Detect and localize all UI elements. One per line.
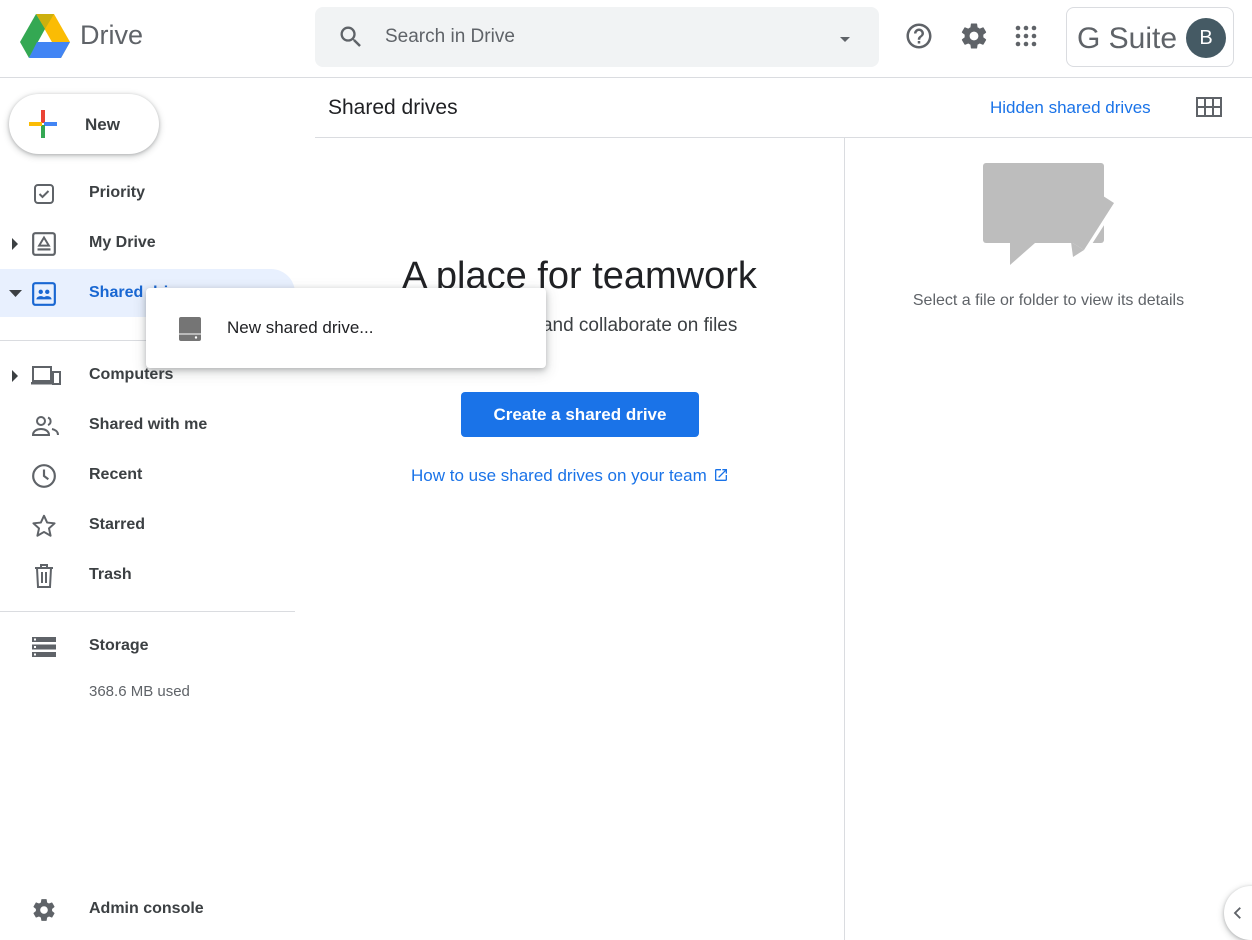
clock-icon	[31, 463, 57, 489]
search-bar[interactable]	[315, 7, 879, 67]
grid-view-icon[interactable]	[1196, 97, 1222, 117]
search-input[interactable]	[385, 21, 805, 53]
account-switcher[interactable]: G Suite B	[1066, 7, 1234, 67]
plus-icon	[29, 110, 57, 138]
storage-used-text: 368.6 MB used	[89, 683, 190, 700]
sidebar-item-trash[interactable]: Trash	[0, 551, 295, 599]
howto-link-text: How to use shared drives on your team	[411, 466, 707, 485]
new-context-menu: New shared drive...	[146, 288, 546, 368]
collapse-arrow-icon[interactable]	[9, 290, 22, 298]
storage-label: Storage	[89, 637, 149, 654]
sidebar-item-my-drive[interactable]: My Drive	[0, 219, 295, 267]
drive-logo-icon[interactable]	[20, 14, 70, 58]
apps-grid-icon[interactable]	[1010, 20, 1042, 52]
sidebar-item-label: Admin console	[89, 900, 204, 917]
expand-arrow-icon[interactable]	[10, 238, 20, 250]
new-button[interactable]: New	[9, 94, 159, 154]
header-divider	[315, 137, 1252, 138]
avatar[interactable]: B	[1186, 18, 1226, 58]
people-icon	[31, 413, 61, 439]
top-bar: Drive G Suite B	[0, 0, 1252, 78]
sidebar-item-label: My Drive	[89, 234, 156, 251]
drive-icon	[179, 317, 201, 341]
menu-item-label: New shared drive...	[227, 318, 374, 337]
computers-icon	[31, 363, 61, 389]
sidebar-item-label: Priority	[89, 184, 146, 201]
sidebar-item-starred[interactable]: Starred	[0, 501, 295, 549]
sidebar-item-shared-with-me[interactable]: Shared with me	[0, 401, 295, 449]
create-shared-drive-button[interactable]: Create a shared drive	[461, 392, 699, 437]
menu-item-new-shared-drive[interactable]: New shared drive...	[146, 288, 546, 368]
search-options-icon[interactable]	[833, 27, 857, 51]
star-icon	[31, 513, 57, 539]
trash-icon	[31, 563, 57, 589]
expand-arrow-icon[interactable]	[10, 370, 20, 382]
sidebar-item-label: Trash	[89, 566, 132, 583]
external-link-icon	[714, 469, 727, 481]
sidebar-item-label: Computers	[89, 366, 174, 383]
howto-link[interactable]: How to use shared drives on your team	[411, 466, 729, 486]
gsuite-label: G Suite	[1077, 22, 1178, 55]
admin-gear-icon	[31, 897, 57, 923]
app-name[interactable]: Drive	[80, 20, 143, 51]
sidebar-item-label: Starred	[89, 516, 146, 533]
my-drive-icon	[31, 231, 57, 257]
details-comment-icon	[983, 163, 1115, 265]
priority-icon	[31, 181, 57, 207]
settings-gear-icon[interactable]	[958, 20, 990, 52]
new-button-label: New	[85, 115, 120, 134]
search-icon[interactable]	[337, 23, 365, 51]
help-icon[interactable]	[903, 20, 935, 52]
sidebar-item-priority[interactable]: Priority	[0, 169, 295, 217]
page-title: Shared drives	[328, 96, 458, 119]
hidden-shared-drives-link[interactable]: Hidden shared drives	[990, 98, 1151, 118]
chevron-left-icon	[1233, 907, 1241, 919]
storage-icon	[31, 634, 57, 660]
sidebar-divider	[0, 611, 295, 612]
sidebar-item-label: Shared with me	[89, 416, 208, 433]
shared-drives-icon	[31, 281, 57, 307]
sidebar-item-label: Recent	[89, 466, 143, 483]
details-divider	[844, 138, 845, 940]
collapse-panel-button[interactable]	[1224, 886, 1252, 940]
sidebar-item-storage[interactable]: Storage	[0, 622, 295, 670]
sidebar-item-admin-console[interactable]: Admin console	[0, 885, 295, 933]
sidebar-item-recent[interactable]: Recent	[0, 451, 295, 499]
details-placeholder: Select a file or folder to view its deta…	[912, 292, 1185, 309]
